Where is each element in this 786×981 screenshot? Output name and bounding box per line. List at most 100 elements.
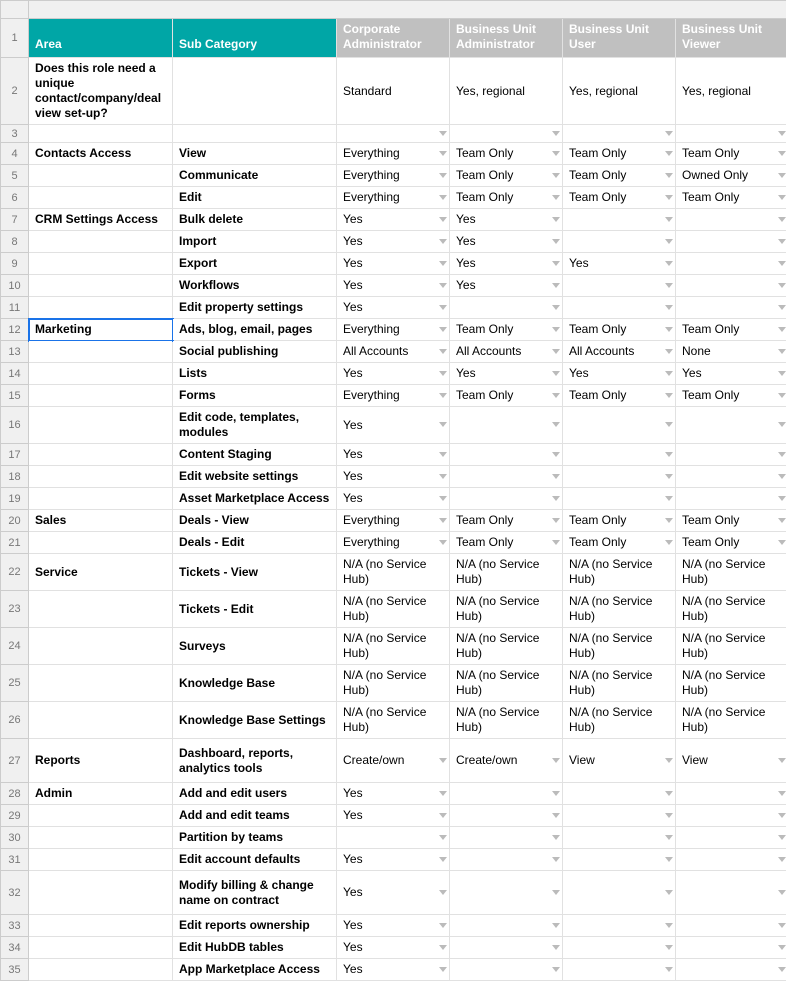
spreadsheet-grid[interactable]: 1AreaSub CategoryCorporate Administrator…: [0, 0, 786, 981]
dropdown-icon[interactable]: [778, 371, 786, 376]
value-cell[interactable]: [563, 231, 676, 253]
value-cell[interactable]: Standard: [337, 58, 450, 125]
row-number[interactable]: 9: [1, 253, 29, 275]
value-cell[interactable]: [563, 466, 676, 488]
dropdown-icon[interactable]: [552, 371, 560, 376]
dropdown-icon[interactable]: [439, 857, 447, 862]
dropdown-icon[interactable]: [778, 518, 786, 523]
area-cell[interactable]: [29, 125, 173, 143]
row-number[interactable]: 14: [1, 363, 29, 385]
value-cell[interactable]: [450, 297, 563, 319]
value-cell[interactable]: Yes: [563, 253, 676, 275]
dropdown-icon[interactable]: [439, 540, 447, 545]
header-role-3[interactable]: Business Unit Viewer: [676, 19, 786, 58]
value-cell[interactable]: N/A (no Service Hub): [450, 665, 563, 702]
dropdown-icon[interactable]: [439, 758, 447, 763]
value-cell[interactable]: [676, 466, 786, 488]
subcat-cell[interactable]: View: [173, 143, 337, 165]
header-role-2[interactable]: Business Unit User: [563, 19, 676, 58]
value-cell[interactable]: [676, 805, 786, 827]
dropdown-icon[interactable]: [665, 791, 673, 796]
dropdown-icon[interactable]: [778, 422, 786, 427]
dropdown-icon[interactable]: [552, 151, 560, 156]
row-number[interactable]: 11: [1, 297, 29, 319]
dropdown-icon[interactable]: [778, 393, 786, 398]
subcat-cell[interactable]: Deals - View: [173, 510, 337, 532]
value-cell[interactable]: [676, 253, 786, 275]
value-cell[interactable]: Team Only: [450, 143, 563, 165]
area-cell[interactable]: CRM Settings Access: [29, 209, 173, 231]
dropdown-icon[interactable]: [665, 518, 673, 523]
dropdown-icon[interactable]: [665, 474, 673, 479]
dropdown-icon[interactable]: [552, 283, 560, 288]
row-number[interactable]: 8: [1, 231, 29, 253]
dropdown-icon[interactable]: [439, 261, 447, 266]
dropdown-icon[interactable]: [552, 349, 560, 354]
value-cell[interactable]: Team Only: [676, 319, 786, 341]
dropdown-icon[interactable]: [778, 540, 786, 545]
area-cell[interactable]: [29, 488, 173, 510]
area-cell[interactable]: [29, 915, 173, 937]
value-cell[interactable]: Yes: [337, 444, 450, 466]
value-cell[interactable]: Everything: [337, 143, 450, 165]
dropdown-icon[interactable]: [552, 518, 560, 523]
row-number[interactable]: 19: [1, 488, 29, 510]
dropdown-icon[interactable]: [439, 518, 447, 523]
row-number[interactable]: 6: [1, 187, 29, 209]
value-cell[interactable]: [676, 783, 786, 805]
value-cell[interactable]: Team Only: [450, 510, 563, 532]
dropdown-icon[interactable]: [665, 890, 673, 895]
value-cell[interactable]: [563, 488, 676, 510]
dropdown-icon[interactable]: [665, 967, 673, 972]
dropdown-icon[interactable]: [552, 422, 560, 427]
row-number[interactable]: 35: [1, 959, 29, 981]
area-cell[interactable]: [29, 702, 173, 739]
value-cell[interactable]: Team Only: [676, 385, 786, 407]
dropdown-icon[interactable]: [439, 195, 447, 200]
value-cell[interactable]: Yes: [337, 805, 450, 827]
value-cell[interactable]: [676, 297, 786, 319]
row-number[interactable]: 3: [1, 125, 29, 143]
select-all-corner[interactable]: [1, 1, 29, 19]
dropdown-icon[interactable]: [552, 758, 560, 763]
dropdown-icon[interactable]: [778, 835, 786, 840]
value-cell[interactable]: N/A (no Service Hub): [337, 591, 450, 628]
dropdown-icon[interactable]: [439, 393, 447, 398]
value-cell[interactable]: N/A (no Service Hub): [676, 591, 786, 628]
value-cell[interactable]: All Accounts: [450, 341, 563, 363]
subcat-cell[interactable]: App Marketplace Access: [173, 959, 337, 981]
value-cell[interactable]: Yes: [676, 363, 786, 385]
value-cell[interactable]: Yes: [337, 488, 450, 510]
value-cell[interactable]: Team Only: [676, 143, 786, 165]
value-cell[interactable]: [563, 827, 676, 849]
value-cell[interactable]: N/A (no Service Hub): [450, 628, 563, 665]
dropdown-icon[interactable]: [665, 371, 673, 376]
value-cell[interactable]: N/A (no Service Hub): [337, 702, 450, 739]
value-cell[interactable]: [563, 209, 676, 231]
col-letter[interactable]: [29, 1, 786, 19]
value-cell[interactable]: Yes, regional: [676, 58, 786, 125]
value-cell[interactable]: Yes: [337, 253, 450, 275]
value-cell[interactable]: N/A (no Service Hub): [676, 554, 786, 591]
subcat-cell[interactable]: Social publishing: [173, 341, 337, 363]
value-cell[interactable]: View: [563, 739, 676, 783]
value-cell[interactable]: [450, 125, 563, 143]
area-cell[interactable]: Admin: [29, 783, 173, 805]
row-number[interactable]: 2: [1, 58, 29, 125]
row-number[interactable]: 20: [1, 510, 29, 532]
value-cell[interactable]: Team Only: [676, 510, 786, 532]
area-cell[interactable]: Marketing: [29, 319, 173, 341]
dropdown-icon[interactable]: [552, 474, 560, 479]
value-cell[interactable]: Yes, regional: [563, 58, 676, 125]
value-cell[interactable]: [563, 297, 676, 319]
dropdown-icon[interactable]: [552, 393, 560, 398]
value-cell[interactable]: Yes: [337, 783, 450, 805]
dropdown-icon[interactable]: [778, 496, 786, 501]
value-cell[interactable]: Yes: [337, 937, 450, 959]
subcat-cell[interactable]: Dashboard, reports, analytics tools: [173, 739, 337, 783]
value-cell[interactable]: [450, 827, 563, 849]
value-cell[interactable]: Team Only: [563, 187, 676, 209]
subcat-cell[interactable]: [173, 125, 337, 143]
value-cell[interactable]: [563, 275, 676, 297]
value-cell[interactable]: Yes: [450, 363, 563, 385]
